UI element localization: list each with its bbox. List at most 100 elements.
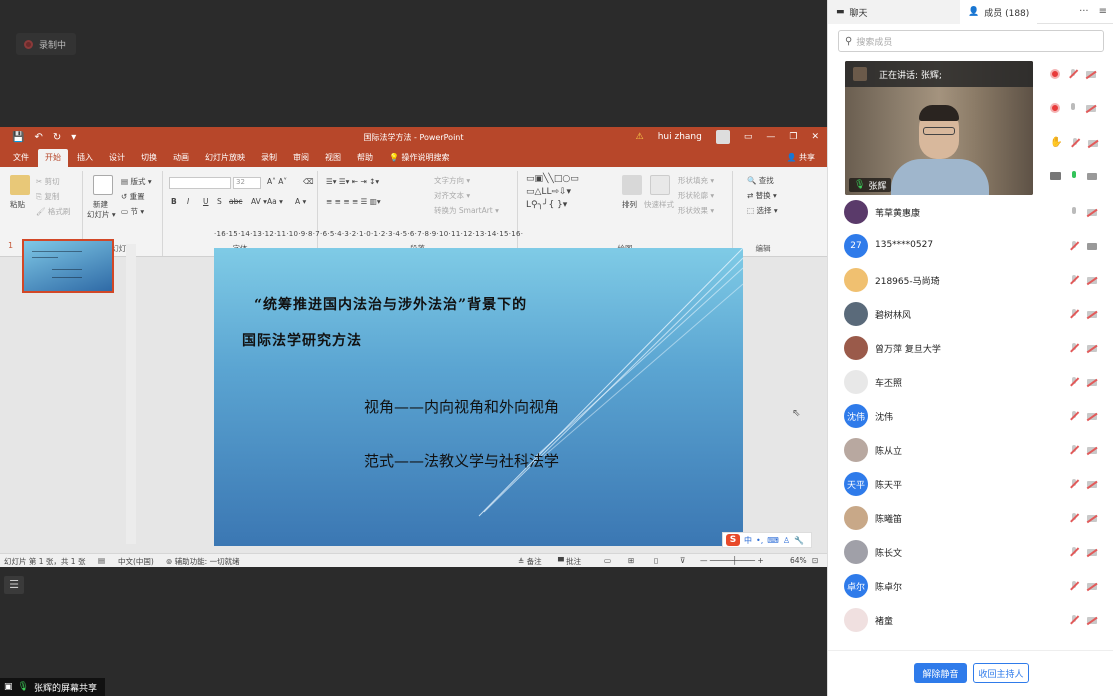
grow-font-icon[interactable]: A˄ A˅ <box>267 177 287 186</box>
font-size-field[interactable]: 32 <box>233 177 261 189</box>
section-button[interactable]: ▭ 节 ▾ <box>121 206 144 217</box>
ribbon-display-icon[interactable]: ▭ <box>744 132 753 142</box>
tab-design[interactable]: 设计 <box>102 149 132 167</box>
screen-share-icon[interactable] <box>1050 172 1061 180</box>
mic-off-icon[interactable] <box>1068 69 1078 79</box>
mic-off-icon[interactable] <box>1069 513 1079 523</box>
mic-off-icon[interactable] <box>1070 137 1080 148</box>
tab-animations[interactable]: 动画 <box>166 149 196 167</box>
quick-styles-icon[interactable] <box>650 175 670 195</box>
comments-button[interactable]: ▀ 批注 <box>558 556 581 567</box>
camera-off-icon[interactable] <box>1087 411 1097 421</box>
mic-off-icon[interactable] <box>1069 479 1079 489</box>
ime-mode[interactable]: 中 <box>744 535 752 546</box>
bold-button[interactable]: B <box>171 197 177 206</box>
strikethrough-button[interactable]: abc <box>229 197 242 206</box>
record-icon[interactable] <box>1050 69 1060 79</box>
camera-off-icon[interactable] <box>1087 581 1097 591</box>
close-icon[interactable]: ✕ <box>811 132 819 142</box>
mic-off-icon[interactable] <box>1069 343 1079 353</box>
tab-help[interactable]: 帮助 <box>350 149 380 167</box>
keyboard-icon[interactable]: ⌨ <box>767 536 779 545</box>
tab-file[interactable]: 文件 <box>6 149 36 167</box>
unmute-all-button[interactable]: 解除静音 <box>914 663 967 683</box>
camera-off-icon[interactable] <box>1087 615 1097 625</box>
tab-home[interactable]: 开始 <box>38 149 68 167</box>
accessibility-status[interactable]: ⊚ 辅助功能: 一切就绪 <box>166 556 240 567</box>
select-button[interactable]: ⬚ 选择 ▾ <box>747 205 778 216</box>
camera-off-icon[interactable] <box>1086 69 1096 79</box>
camera-off-icon[interactable] <box>1087 377 1097 387</box>
list-item[interactable]: 陈长文 <box>828 535 1113 569</box>
tab-members[interactable]: 👤 成员 (188) <box>960 0 1038 24</box>
redo-icon[interactable]: ↻ <box>53 132 61 143</box>
char-spacing-button[interactable]: AV ▾ <box>251 197 267 206</box>
list-item[interactable]: 褚童 <box>828 603 1113 637</box>
menu-icon[interactable]: ≡ <box>1099 6 1107 17</box>
camera-off-icon[interactable] <box>1087 513 1097 523</box>
camera-off-icon[interactable] <box>1087 445 1097 455</box>
shape-effects-button[interactable]: 形状效果 ▾ <box>678 205 714 216</box>
slideshow-icon[interactable]: ⊽ <box>680 556 686 565</box>
restore-icon[interactable]: ❐ <box>789 132 797 142</box>
list-item[interactable]: 碧树林风 <box>828 297 1113 331</box>
slide-thumbnail[interactable] <box>22 239 114 293</box>
format-painter-button[interactable]: 🖌 格式刷 <box>36 206 70 217</box>
raise-hand-icon[interactable]: ✋ <box>1050 137 1062 148</box>
reset-button[interactable]: ↺ 重置 <box>121 191 145 202</box>
mic-active-icon[interactable] <box>1069 171 1079 181</box>
list-icon[interactable]: ☰ <box>4 576 24 594</box>
list-item[interactable]: 车丕照 <box>828 365 1113 399</box>
shape-outline-button[interactable]: 形状轮廓 ▾ <box>678 190 714 201</box>
mic-off-icon[interactable] <box>1069 377 1079 387</box>
share-button[interactable]: 👤 共享 <box>786 152 815 163</box>
ime-toolbar[interactable]: S 中 •, ⌨ ♙ 🔧 <box>722 532 812 548</box>
camera-icon[interactable] <box>1087 241 1097 251</box>
camera-off-icon[interactable] <box>1087 547 1097 557</box>
mic-off-icon[interactable] <box>1069 581 1079 591</box>
tab-record[interactable]: 录制 <box>254 149 284 167</box>
arrange-button[interactable]: 排列 <box>622 199 637 210</box>
speaker-video[interactable]: 正在讲话: 张辉; 🎙 张辉 <box>845 61 1033 195</box>
smartart-button[interactable]: 转换为 SmartArt ▾ <box>434 205 499 216</box>
mic-off-icon[interactable] <box>1069 615 1079 625</box>
italic-button[interactable]: I <box>187 197 189 206</box>
user-icon[interactable]: ♙ <box>783 536 790 545</box>
tab-slideshow[interactable]: 幻灯片放映 <box>198 149 252 167</box>
list-item[interactable]: 曾万萍 复旦大学 <box>828 331 1113 365</box>
tab-view[interactable]: 视图 <box>318 149 348 167</box>
shapes-gallery-row2[interactable]: ▭△ᒪᒪ⇨⇩▾ <box>526 187 571 197</box>
list-item[interactable]: 天平 陈天平 <box>828 467 1113 501</box>
mic-off-icon[interactable] <box>1069 547 1079 557</box>
clear-format-icon[interactable]: ⌫ <box>303 177 314 186</box>
shadow-button[interactable]: S <box>217 197 222 206</box>
spell-check-icon[interactable]: ▤ <box>98 556 105 565</box>
settings-icon[interactable]: 🔧 <box>794 536 804 545</box>
text-direction-button[interactable]: 文字方向 ▾ <box>434 175 470 186</box>
mic-off-icon[interactable] <box>1069 445 1079 455</box>
align-text-button[interactable]: 对齐文本 ▾ <box>434 190 470 201</box>
recording-indicator[interactable]: 录制中 <box>16 33 77 55</box>
new-slide-icon[interactable] <box>93 175 113 195</box>
bullets-icon[interactable]: ☰▾ ☰▾ ⇤ ⇥ ↕▾ <box>326 177 379 186</box>
find-button[interactable]: 🔍 查找 <box>747 175 774 186</box>
more-icon[interactable]: ··· <box>1079 6 1089 17</box>
tab-transitions[interactable]: 切换 <box>134 149 164 167</box>
zoom-level[interactable]: 64% <box>790 556 807 565</box>
tell-me-search[interactable]: 💡 操作说明搜索 <box>382 149 457 167</box>
camera-off-icon[interactable] <box>1088 138 1099 148</box>
list-item[interactable]: 陈曦笛 <box>828 501 1113 535</box>
mic-off-icon[interactable] <box>1069 275 1079 285</box>
user-avatar[interactable] <box>715 130 730 144</box>
tab-insert[interactable]: 插入 <box>70 149 100 167</box>
notes-button[interactable]: ≜ 备注 <box>518 556 542 567</box>
list-item[interactable]: 卓尔 陈卓尔 <box>828 569 1113 603</box>
font-color-button[interactable]: A ▾ <box>295 197 306 206</box>
shapes-gallery-row3[interactable]: ᒪ⚲╮╯{ }▾ <box>526 200 567 210</box>
save-icon[interactable]: 💾 <box>12 132 24 143</box>
align-icons[interactable]: ≡ ≡ ≡ ≡ ☰ ▥▾ <box>326 197 381 206</box>
camera-off-icon[interactable] <box>1087 207 1097 217</box>
underline-button[interactable]: U <box>203 197 209 206</box>
camera-off-icon[interactable] <box>1086 103 1096 113</box>
punctuation-icon[interactable]: •, <box>756 536 763 545</box>
